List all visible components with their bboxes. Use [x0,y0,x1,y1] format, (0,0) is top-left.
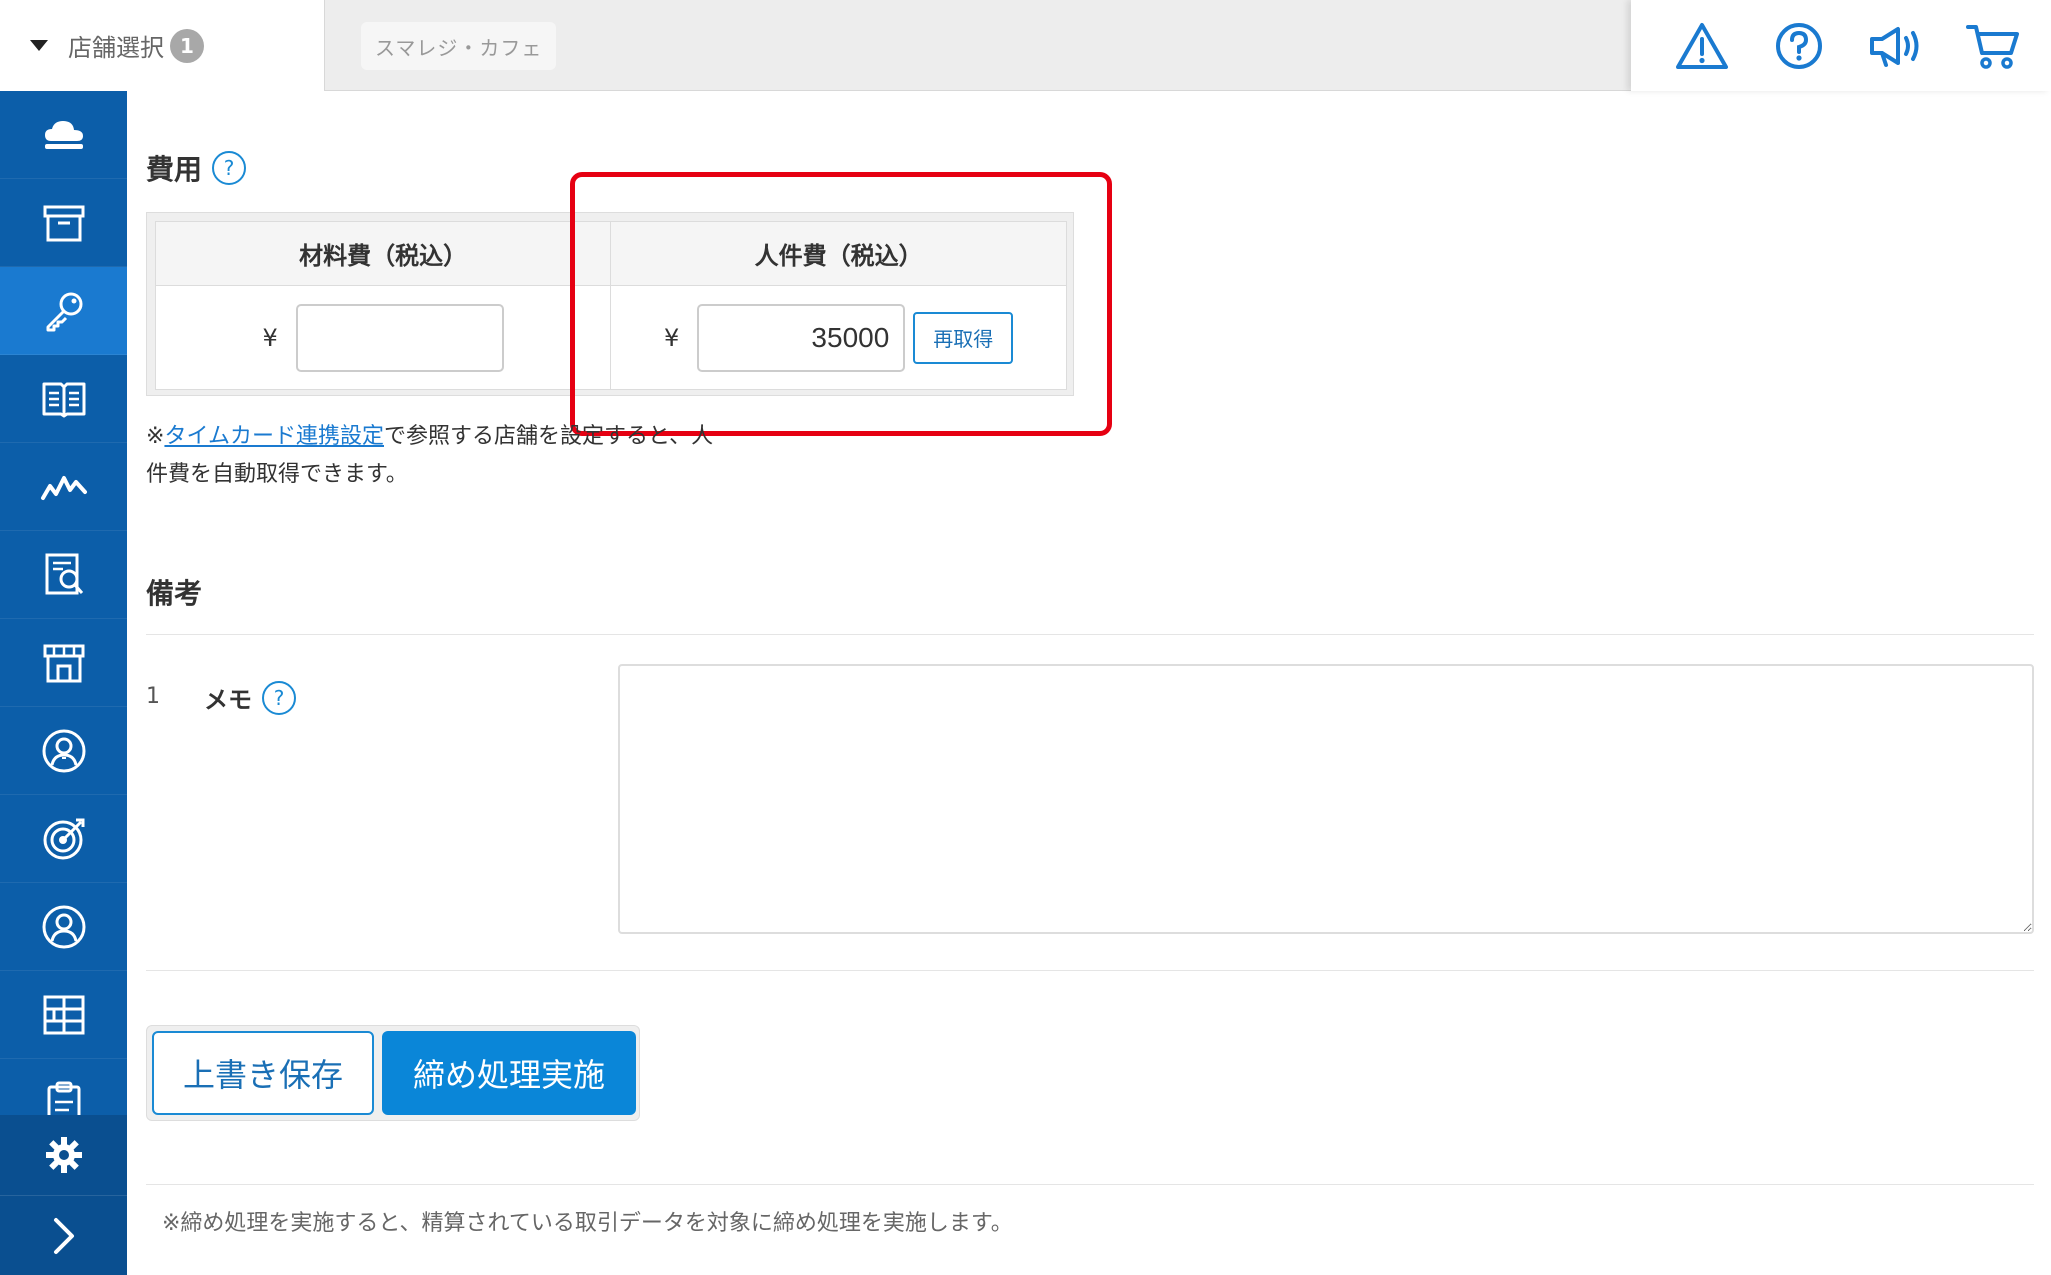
cart-icon[interactable] [1963,16,2023,76]
costs-title: 費用 [146,153,203,186]
person-icon[interactable] [0,883,127,971]
user-badge-icon[interactable] [0,707,127,795]
divider [146,1184,2034,1185]
top-bar: 店舗選択 1 スマレジ・カフェ [0,0,2051,91]
memo-label: メモ [204,686,252,714]
labor-cost-header: 人件費（税込） [610,221,1067,286]
memo-label-group: メモ ? [204,680,296,715]
cost-table: 材料費（税込） 人件費（税込） ¥ ¥ 再取得 [154,221,1067,390]
sidebar [0,91,127,1275]
cloud-icon[interactable] [0,91,127,179]
timecard-settings-link[interactable]: タイムカード連携設定 [164,424,384,449]
store-select-dropdown[interactable]: 店舗選択 1 [0,0,325,91]
costs-help-icon[interactable]: ? [212,151,247,185]
store-icon[interactable] [0,619,127,707]
material-cost-input[interactable] [295,303,504,372]
key-icon[interactable] [0,267,127,355]
target-icon[interactable] [0,795,127,883]
labor-currency: ¥ [664,323,680,352]
book-icon[interactable] [0,355,127,443]
material-cost-header: 材料費（税込） [154,221,612,286]
note-text-line2: 件費を自動取得できます。 [146,462,408,487]
material-cost-cell: ¥ [154,285,612,390]
archive-icon[interactable] [0,179,127,267]
memo-help-icon[interactable]: ? [262,680,296,715]
cost-table-container: 材料費（税込） 人件費（税込） ¥ ¥ 再取得 [146,212,1074,396]
sidebar-bottom [0,1115,127,1275]
divider [146,970,2034,971]
report-icon[interactable] [0,531,127,619]
grid-icon[interactable] [0,971,127,1059]
divider [146,634,2034,635]
warning-icon[interactable] [1672,16,1732,76]
refetch-button[interactable]: 再取得 [913,311,1014,364]
chart-line-icon[interactable] [0,443,127,531]
caret-down-icon [30,40,48,51]
remarks-section-title: 備考 [146,572,202,612]
material-currency: ¥ [262,323,278,352]
megaphone-icon[interactable] [1866,16,1926,76]
note-text-line1: で参照する店舗を設定すると、人 [384,424,714,449]
gear-icon[interactable] [0,1115,127,1195]
store-count-badge: 1 [170,28,204,63]
memo-row-number: 1 [146,684,160,709]
store-chip[interactable]: スマレジ・カフェ [361,22,557,70]
closing-note: ※締め処理を実施すると、精算されている取引データを対象に締め処理を実施します。 [162,1211,1013,1236]
memo-textarea[interactable] [618,664,2034,934]
top-icon-bar [1631,0,2051,91]
note-prefix: ※ [146,424,165,449]
store-select-label: 店舗選択 [68,34,164,62]
run-closing-button[interactable]: 締め処理実施 [382,1031,636,1115]
help-icon[interactable] [1769,16,1829,76]
timecard-note: ※タイムカード連携設定で参照する店舗を設定すると、人 件費を自動取得できます。 [146,418,713,494]
labor-cost-input[interactable] [697,303,906,372]
costs-section-title: 費用 ? [146,148,247,188]
remarks-title: 備考 [146,577,203,610]
action-button-group: 上書き保存 締め処理実施 [146,1025,640,1121]
overwrite-save-button[interactable]: 上書き保存 [152,1031,374,1115]
chevron-right-icon[interactable] [0,1195,127,1275]
labor-cost-cell: ¥ 再取得 [610,285,1067,390]
